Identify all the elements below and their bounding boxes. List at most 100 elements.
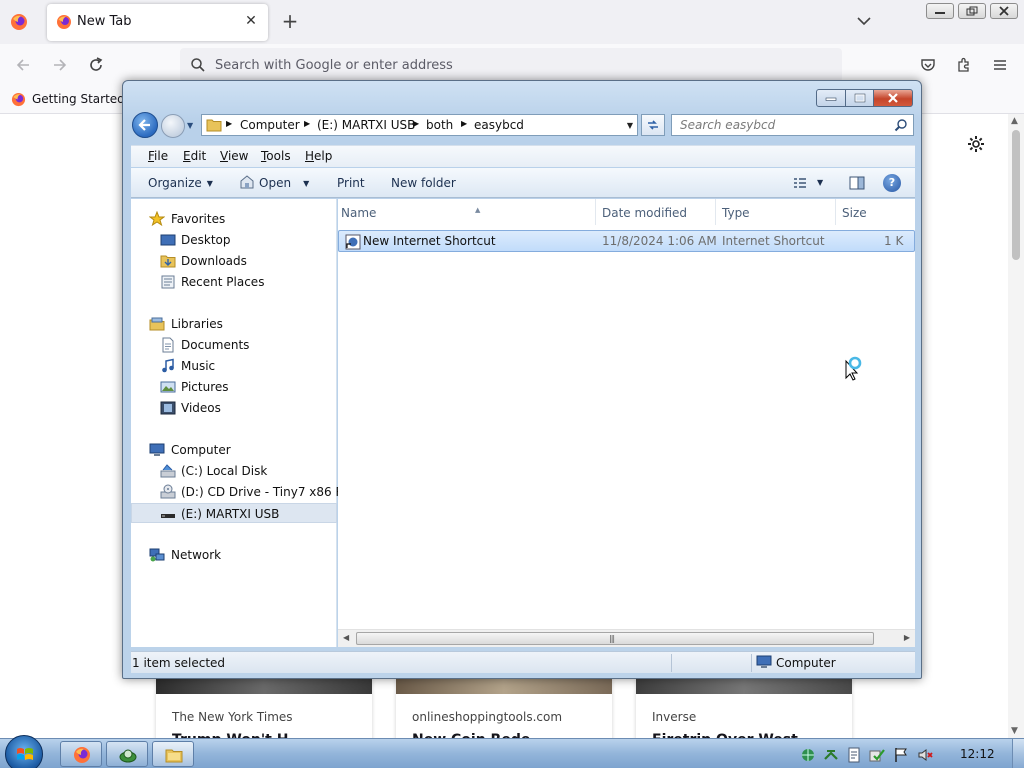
network-tray-icon[interactable]	[800, 747, 816, 763]
scroll-down-icon[interactable]: ▼	[1011, 726, 1018, 736]
back-arrow-icon[interactable]	[14, 56, 32, 74]
transfer-tray-icon[interactable]	[823, 747, 839, 763]
nav-drive-e[interactable]: (E:) MARTXI USB	[131, 503, 337, 523]
breadcrumb-separator-icon[interactable]: ▶	[461, 119, 467, 128]
scroll-left-icon[interactable]: ◀	[343, 633, 349, 642]
explorer-close-button[interactable]	[873, 89, 913, 107]
url-bar[interactable]: Search with Google or enter address	[180, 48, 842, 82]
browser-restore-button[interactable]	[958, 3, 986, 19]
nav-downloads[interactable]: Downloads	[131, 251, 337, 271]
back-button[interactable]	[132, 112, 158, 138]
scroll-right-icon[interactable]: ▶	[904, 633, 910, 642]
menu-hamburger-icon[interactable]	[991, 56, 1009, 74]
menu-file[interactable]: File	[148, 149, 168, 163]
menu-edit[interactable]: Edit	[183, 149, 206, 163]
horizontal-scrollbar[interactable]: ◀ ||| ▶	[338, 629, 915, 647]
breadcrumb-separator-icon[interactable]: ▶	[413, 119, 419, 128]
pocket-icon[interactable]	[919, 56, 937, 74]
forward-arrow-icon[interactable]	[51, 56, 69, 74]
nav-computer[interactable]: Computer	[131, 440, 337, 460]
menu-view[interactable]: View	[220, 149, 248, 163]
menu-tools[interactable]: Tools	[261, 149, 291, 163]
file-row[interactable]: New Internet Shortcut 11/8/2024 1:06 AM …	[338, 230, 915, 252]
nav-videos[interactable]: Videos	[131, 398, 337, 418]
breadcrumb-separator-icon[interactable]: ▶	[226, 119, 232, 128]
security-tray-icon[interactable]	[869, 747, 885, 763]
menu-view-label: iew	[227, 149, 249, 163]
nav-label: Downloads	[181, 254, 247, 268]
scrollbar-thumb[interactable]	[1012, 130, 1020, 260]
menu-help[interactable]: Help	[305, 149, 332, 163]
breadcrumb-easybcd[interactable]: easybcd	[474, 118, 524, 132]
refresh-button[interactable]	[641, 114, 665, 136]
browser-close-button[interactable]	[990, 3, 1018, 19]
explorer-maximize-button[interactable]	[845, 89, 874, 107]
nav-pictures[interactable]: Pictures	[131, 377, 337, 397]
list-all-tabs-icon[interactable]	[856, 13, 872, 29]
organize-button[interactable]: Organize ▼	[148, 176, 213, 190]
taskbar-clock[interactable]: 12:12	[960, 747, 995, 761]
taskbar-explorer-button[interactable]	[152, 741, 194, 767]
taskbar: 12:12	[0, 735, 1024, 768]
column-header-type[interactable]: Type	[716, 199, 836, 225]
print-button[interactable]: Print	[337, 176, 365, 190]
nav-label: (C:) Local Disk	[181, 464, 268, 478]
tab-new-tab[interactable]: New Tab ✕	[47, 4, 268, 41]
preview-pane-icon[interactable]	[849, 175, 865, 191]
scrollbar-thumb[interactable]: |||	[356, 632, 874, 645]
nav-libraries[interactable]: Libraries	[131, 314, 337, 334]
explorer-minimize-button[interactable]	[816, 89, 846, 107]
nav-desktop[interactable]: Desktop	[131, 230, 337, 250]
breadcrumb-computer[interactable]: Computer	[240, 118, 300, 132]
breadcrumb-both[interactable]: both	[426, 118, 453, 132]
menu-file-label: ile	[154, 149, 169, 163]
new-tab-plus-icon[interactable]: +	[280, 11, 300, 31]
page-scrollbar[interactable]: ▲ ▼	[1008, 114, 1024, 738]
column-name-label: Name	[341, 206, 377, 220]
column-header-size[interactable]: Size	[836, 199, 915, 225]
file-size: 1 K	[884, 234, 904, 248]
forward-button[interactable]	[161, 114, 185, 138]
status-divider	[671, 654, 672, 672]
downloads-folder-icon	[160, 255, 176, 268]
status-selection-text: 1 item selected	[132, 656, 226, 670]
start-button[interactable]	[5, 735, 43, 768]
firefox-bookmark-icon	[11, 92, 26, 107]
search-input[interactable]: Search easybcd	[671, 114, 914, 136]
breadcrumb-drive[interactable]: (E:) MARTXI USB	[317, 118, 415, 132]
search-icon[interactable]	[894, 118, 908, 132]
nav-music[interactable]: Music	[131, 356, 337, 376]
show-desktop-button[interactable]	[1012, 739, 1024, 768]
volume-muted-icon[interactable]	[917, 747, 933, 763]
reload-icon[interactable]	[87, 56, 105, 74]
nav-documents[interactable]: Documents	[131, 335, 337, 355]
nav-favorites[interactable]: Favorites	[131, 209, 337, 229]
nav-drive-c[interactable]: (C:) Local Disk	[131, 461, 337, 481]
notes-tray-icon[interactable]	[846, 747, 862, 763]
nav-label: Libraries	[171, 317, 223, 331]
new-folder-button[interactable]: New folder	[391, 176, 456, 190]
gear-icon[interactable]	[966, 134, 986, 154]
help-icon[interactable]: ?	[883, 174, 901, 192]
nav-label: Recent Places	[181, 275, 265, 289]
address-dropdown-icon[interactable]: ▼	[627, 121, 633, 130]
view-options-icon[interactable]	[793, 176, 807, 190]
browser-minimize-button[interactable]	[926, 3, 954, 19]
nav-drive-d[interactable]: (D:) CD Drive - Tiny7 x86 R1	[131, 482, 351, 502]
breadcrumb-separator-icon[interactable]: ▶	[304, 119, 310, 128]
taskbar-easybcd-button[interactable]	[106, 741, 148, 767]
nav-recent-places[interactable]: Recent Places	[131, 272, 337, 292]
column-header-name[interactable]: Name ▲	[338, 199, 596, 225]
open-button[interactable]: Open ▼	[259, 176, 309, 190]
scroll-up-icon[interactable]: ▲	[1011, 116, 1018, 126]
firefox-logo-icon[interactable]	[10, 13, 28, 31]
nav-network[interactable]: Network	[131, 545, 337, 565]
view-dropdown-icon[interactable]: ▼	[817, 178, 823, 187]
column-header-date[interactable]: Date modified	[596, 199, 716, 225]
extensions-icon[interactable]	[955, 56, 973, 74]
address-bar[interactable]: ▶ Computer ▶ (E:) MARTXI USB ▶ both ▶ ea…	[201, 114, 638, 136]
close-tab-icon[interactable]: ✕	[242, 12, 260, 30]
recent-pages-dropdown-icon[interactable]: ▼	[187, 121, 193, 130]
taskbar-firefox-button[interactable]	[60, 741, 102, 767]
action-center-flag-icon[interactable]	[893, 747, 909, 763]
